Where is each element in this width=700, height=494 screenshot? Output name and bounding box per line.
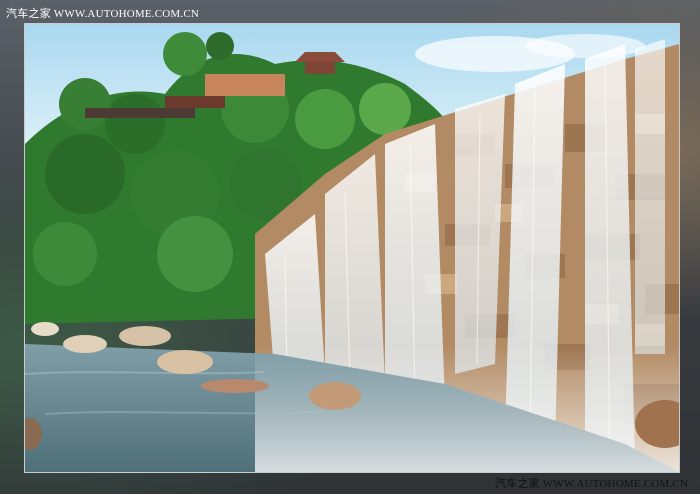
watermark-bottom: 汽车之家 WWW.AUTOHOME.COM.CN <box>494 478 688 490</box>
waterfall-photo <box>24 23 680 473</box>
watermark-top: 汽车之家 WWW.AUTOHOME.COM.CN <box>6 8 200 20</box>
